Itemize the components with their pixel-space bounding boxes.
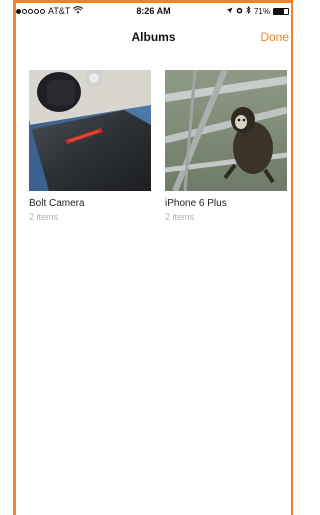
done-button[interactable]: Done xyxy=(260,30,289,44)
app-screen: AT&T 8:26 AM 71% Albums Done Bolt Camera… xyxy=(0,0,293,515)
album-iphone-6-plus[interactable]: iPhone 6 Plus 2 items xyxy=(165,70,287,222)
location-arrow-icon xyxy=(226,7,233,16)
album-item-count: 2 items xyxy=(29,212,59,222)
battery-icon xyxy=(273,7,289,15)
album-title: iPhone 6 Plus xyxy=(165,198,227,209)
bluetooth-icon xyxy=(246,5,251,16)
status-right: 71% xyxy=(226,5,289,16)
page-title: Albums xyxy=(131,30,176,44)
album-title: Bolt Camera xyxy=(29,198,85,209)
album-bolt-camera[interactable]: Bolt Camera 2 items xyxy=(29,70,151,222)
battery-fill xyxy=(274,8,284,14)
album-thumbnail xyxy=(29,70,151,191)
accent-border-left xyxy=(13,0,16,515)
accent-border-right xyxy=(291,0,293,515)
alarm-clock-icon xyxy=(236,7,243,16)
battery-percent: 71% xyxy=(253,6,270,16)
album-item-count: 2 items xyxy=(165,212,195,222)
album-thumbnail xyxy=(165,70,287,191)
status-bar: AT&T 8:26 AM 71% xyxy=(16,3,291,20)
navigation-bar: Albums Done xyxy=(16,20,291,58)
